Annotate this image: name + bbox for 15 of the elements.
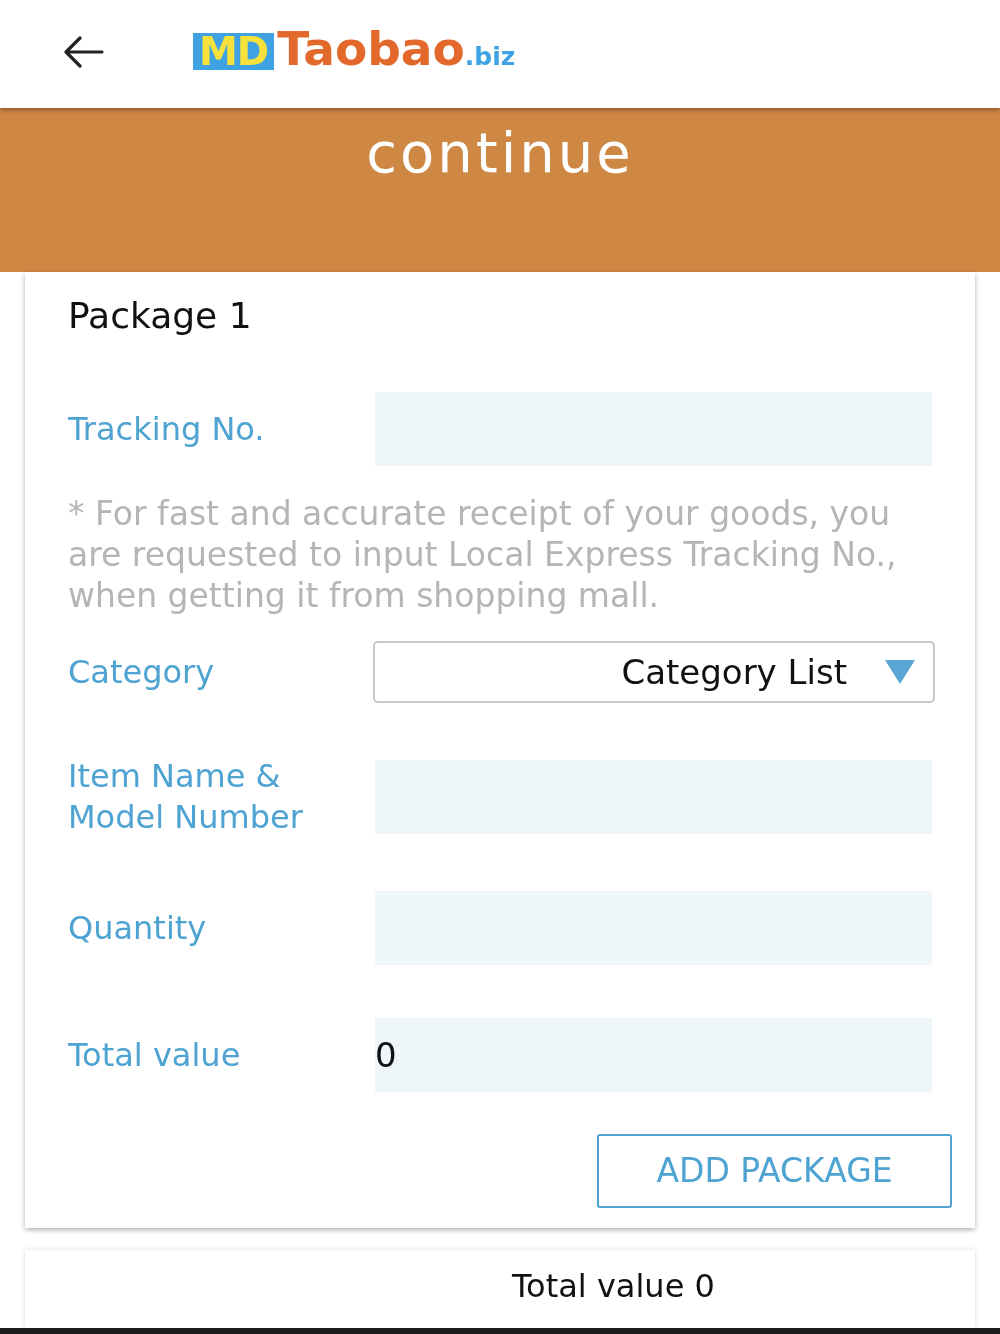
logo-suffix: .biz <box>464 44 516 69</box>
field-label: Item Name & Model Number <box>68 756 304 838</box>
field-label: Tracking No. <box>68 408 266 450</box>
input-field[interactable]: 0 <box>375 1018 932 1092</box>
back-icon[interactable] <box>62 36 104 68</box>
caret-icon <box>885 660 915 684</box>
field-label: Total value <box>68 1034 242 1076</box>
category-dropdown[interactable]: Category List <box>373 641 935 703</box>
hint-text: * For fast and accurate receipt of your goods, you are requested to input Local Express Tracking No., when getting it from shopping mall. <box>68 493 898 616</box>
field-label: Quantity <box>68 907 208 949</box>
field-label: Category <box>68 651 216 693</box>
total-value-text: Total value 0 <box>512 1267 715 1305</box>
package-title: Package 1 <box>68 294 253 338</box>
logo-wordmark: Taobao <box>277 30 465 67</box>
logo-badge: MD <box>193 33 275 70</box>
